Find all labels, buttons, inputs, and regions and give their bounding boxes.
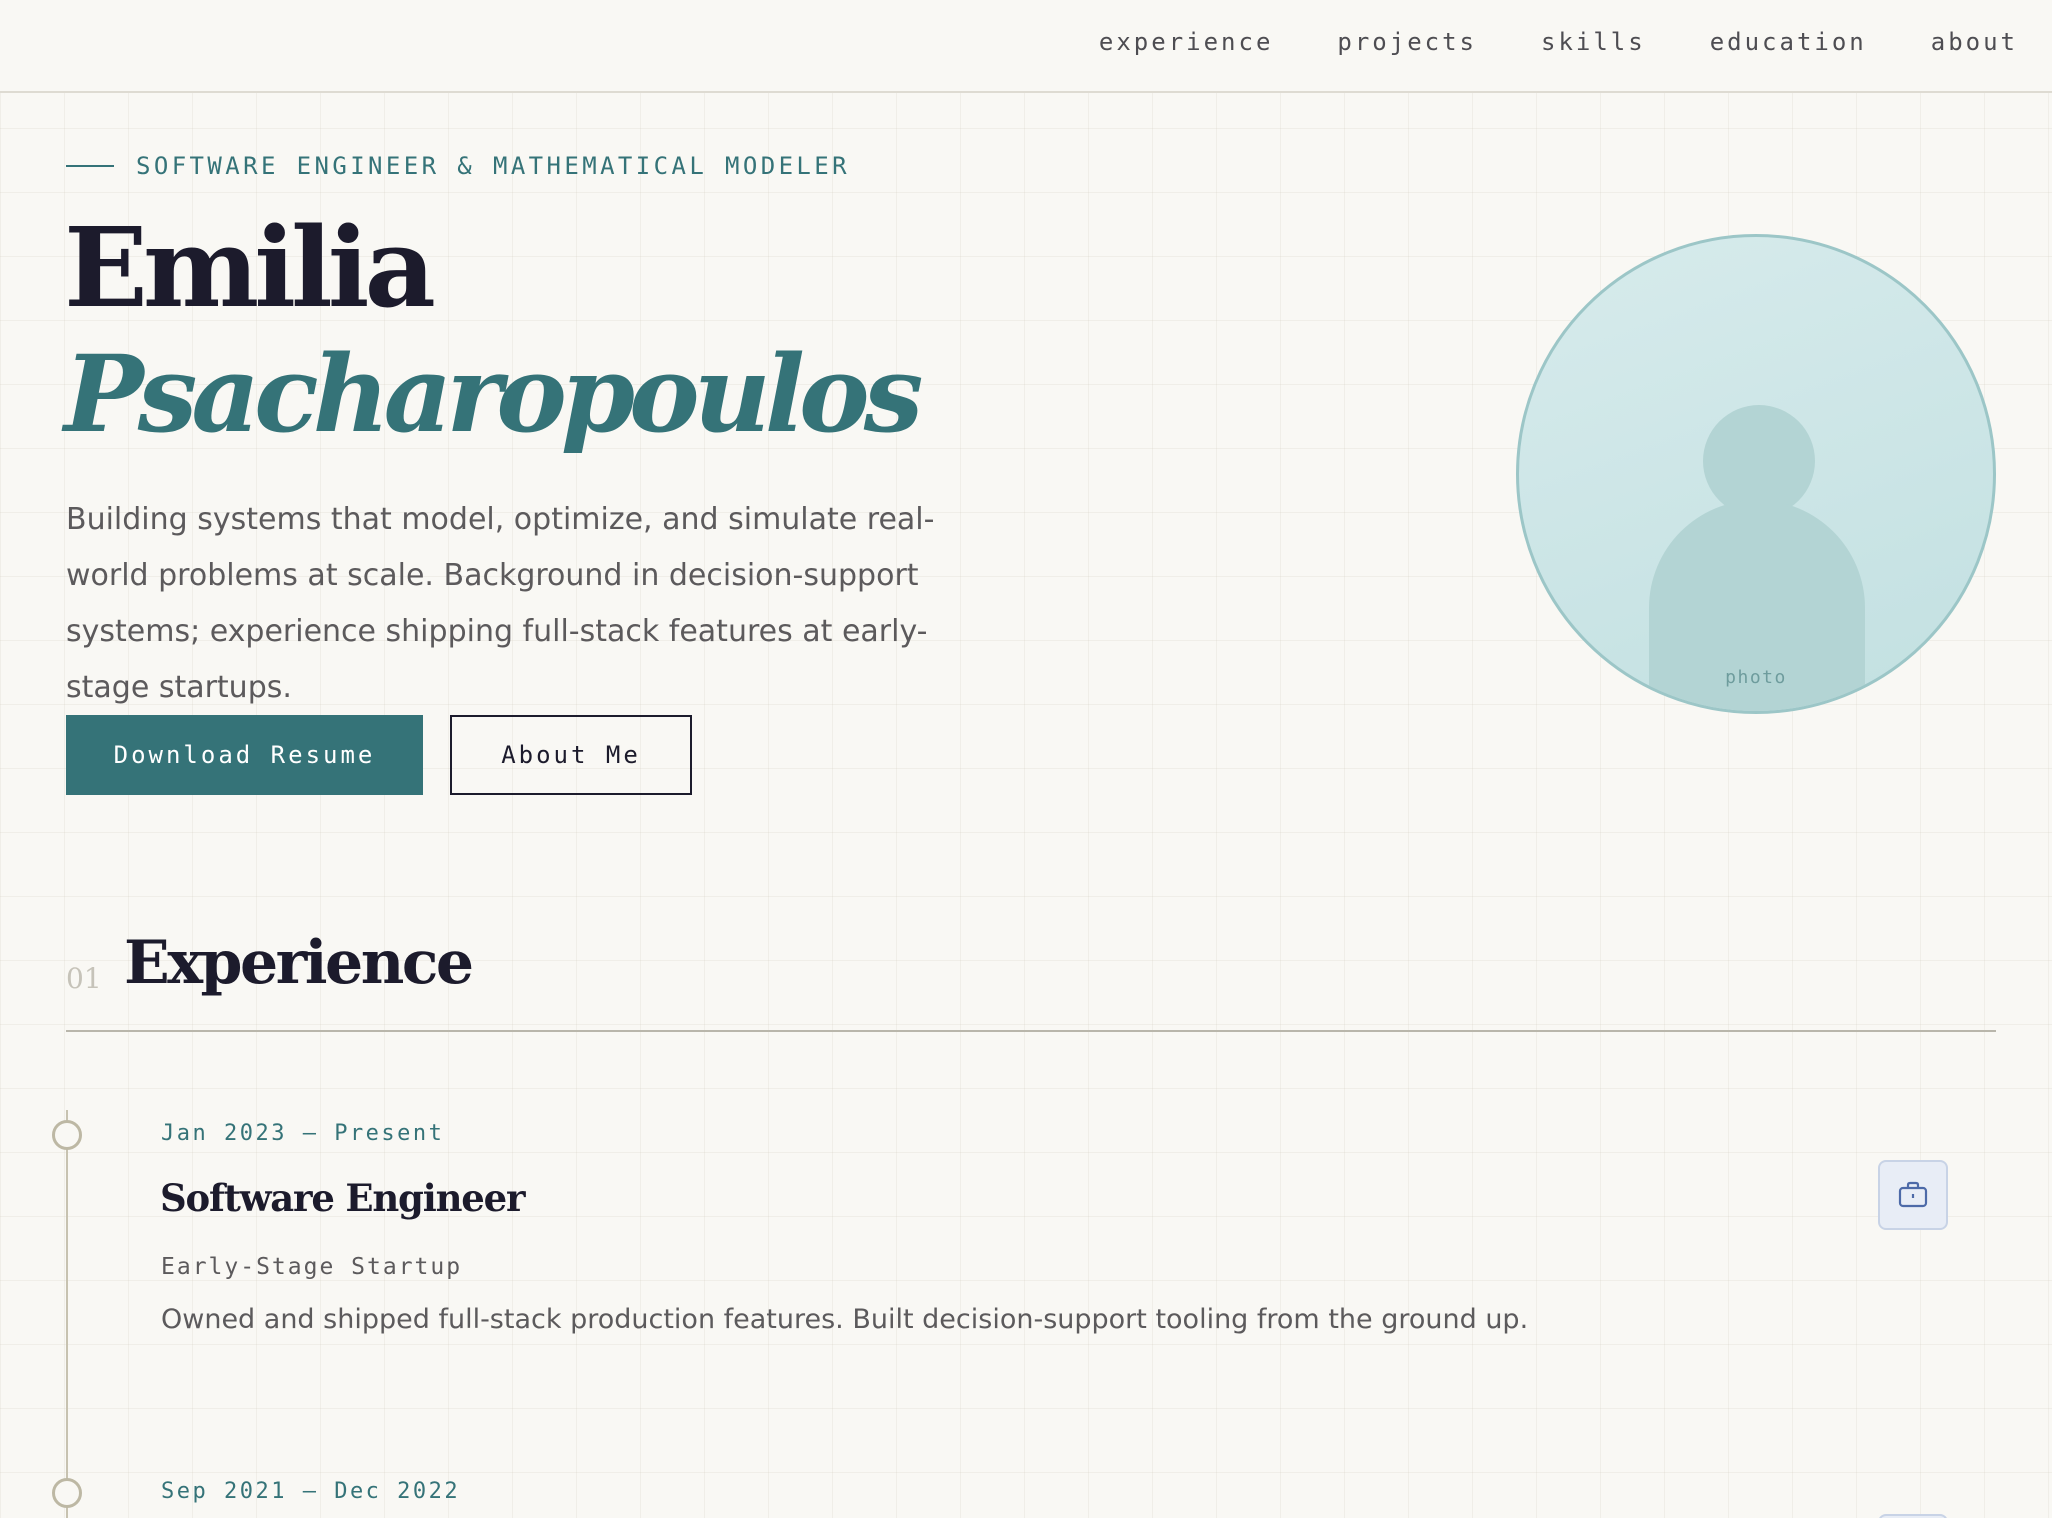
experience-date: Sep 2021 — Dec 2022	[161, 1479, 461, 1504]
eyebrow-text: SOFTWARE ENGINEER & MATHEMATICAL MODELER	[136, 152, 850, 180]
hero-tagline: Building systems that model, optimize, a…	[66, 502, 935, 705]
briefcase-glyph	[1898, 1181, 1928, 1208]
experience-date: Jan 2023 — Present	[161, 1121, 445, 1146]
timeline-line	[66, 1110, 68, 1518]
timeline-dot	[52, 1478, 82, 1508]
download-resume-button[interactable]: Download Resume	[66, 715, 423, 795]
briefcase-icon	[1878, 1514, 1948, 1518]
nav-link-experience[interactable]: experience	[1099, 28, 1274, 56]
avatar-placeholder: photo	[1516, 234, 1996, 714]
avatar-label: photo	[1725, 667, 1787, 688]
experience-role: Software Engineer	[160, 1176, 525, 1220]
section-title: Experience	[124, 928, 474, 998]
timeline-dot	[52, 1120, 82, 1150]
hero-last-name: Psacharopoulos	[64, 331, 923, 456]
nav-link-skills[interactable]: skills	[1541, 28, 1646, 56]
hero-eyebrow: SOFTWARE ENGINEER & MATHEMATICAL MODELER	[66, 152, 850, 180]
top-nav: experience projects skills education abo…	[0, 0, 2052, 93]
hero-first-name: Emilia	[64, 203, 436, 332]
about-me-button[interactable]: About Me	[450, 715, 692, 795]
eyebrow-rule	[66, 165, 114, 167]
section-number: 01	[66, 962, 102, 995]
nav-link-about[interactable]: about	[1931, 28, 2018, 56]
experience-description: Owned and shipped full-stack production …	[161, 1304, 1529, 1335]
nav-link-projects[interactable]: projects	[1337, 28, 1477, 56]
briefcase-icon	[1878, 1160, 1948, 1230]
experience-company: Early-Stage Startup	[161, 1254, 463, 1280]
section-divider	[66, 1030, 1996, 1032]
nav-links: experience projects skills education abo…	[1099, 28, 2018, 56]
nav-link-education[interactable]: education	[1710, 28, 1867, 56]
